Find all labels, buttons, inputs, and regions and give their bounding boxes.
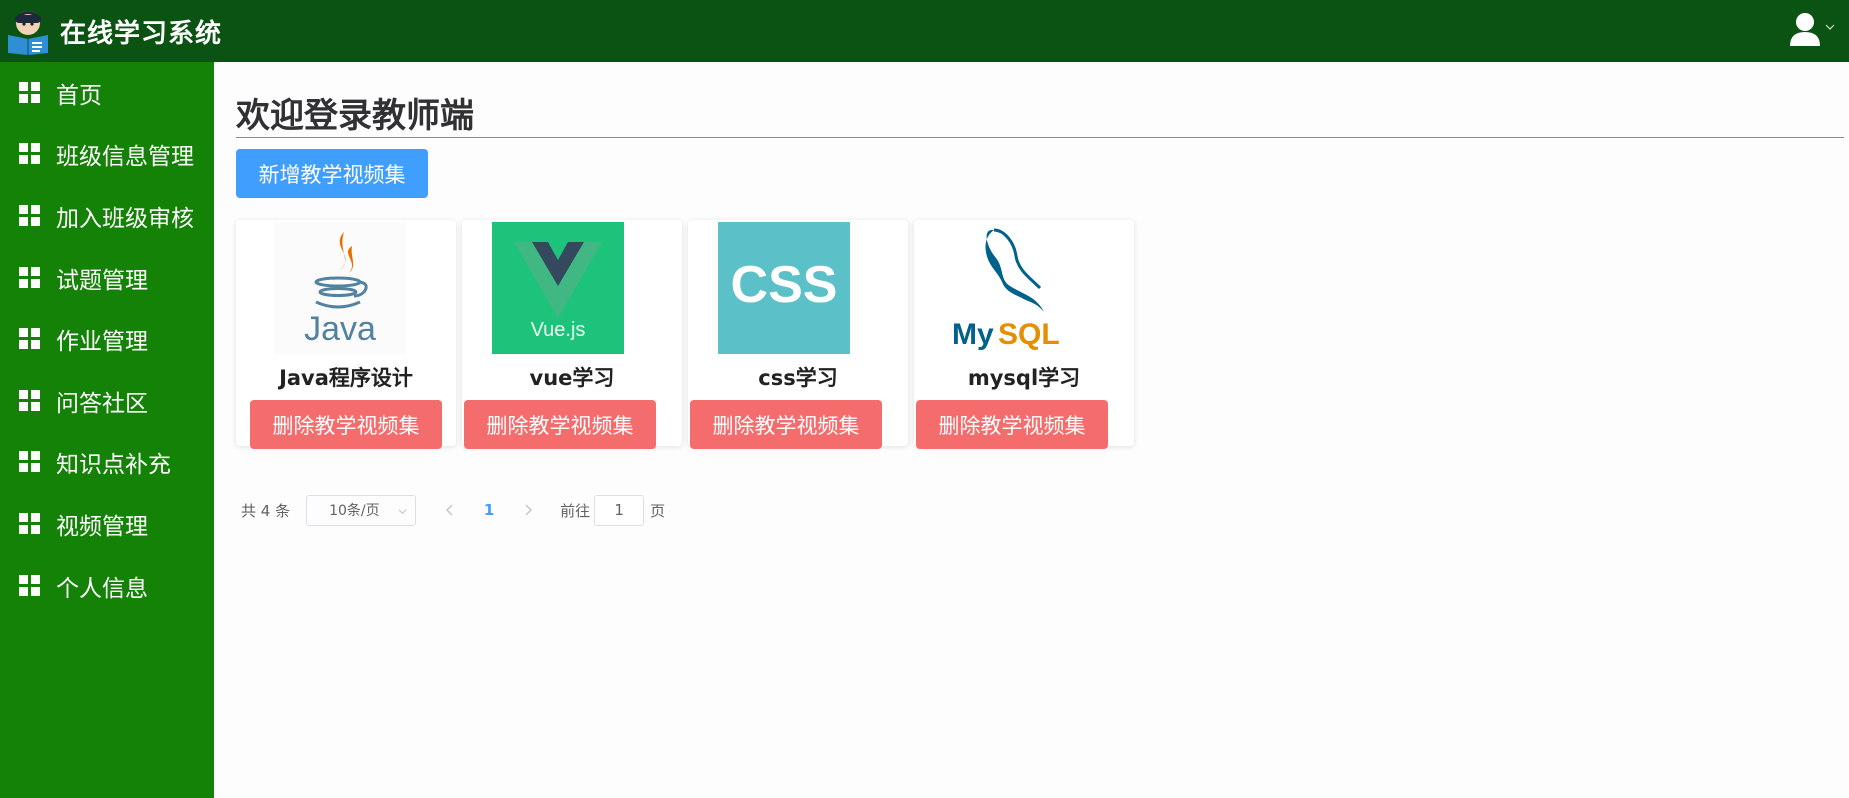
- chevron-down-icon: [398, 508, 407, 514]
- pagination: 共 4 条 10条/页 1 前往 页: [241, 494, 665, 526]
- student-reading-icon: [8, 11, 48, 55]
- delete-video-set-button[interactable]: 删除教学视频集: [250, 400, 442, 449]
- video-set-name: mysql学习: [967, 366, 1081, 390]
- sidebar-item-join-review[interactable]: 加入班级审核: [0, 185, 214, 247]
- main-content: 欢迎登录教师端 新增教学视频集 Java Java程序设计 删除教学视频集 Vu…: [214, 62, 1849, 798]
- top-header: 在线学习系统: [0, 0, 1849, 62]
- sidebar-item-qa-community[interactable]: 问答社区: [0, 370, 214, 432]
- sidebar-item-label: 视频管理: [56, 513, 148, 540]
- sidebar-item-label: 作业管理: [56, 329, 148, 356]
- java-logo: Java: [274, 222, 406, 354]
- grid-icon: [19, 204, 40, 226]
- svg-text:Java: Java: [304, 310, 376, 348]
- grid-icon: [19, 81, 40, 103]
- sidebar-item-video[interactable]: 视频管理: [0, 493, 214, 555]
- grid-icon: [19, 574, 40, 596]
- video-set-card[interactable]: Vue.js vue学习 删除教学视频集: [462, 220, 682, 449]
- svg-text:SQL: SQL: [998, 318, 1060, 351]
- delete-video-set-button[interactable]: 删除教学视频集: [464, 400, 656, 449]
- css-logo: CSS: [718, 222, 850, 354]
- sidebar-item-knowledge[interactable]: 知识点补充: [0, 432, 214, 494]
- sidebar-item-label: 个人信息: [56, 575, 148, 602]
- video-set-card[interactable]: Java Java程序设计 删除教学视频集: [236, 220, 456, 449]
- sidebar-item-label: 问答社区: [56, 390, 148, 417]
- svg-text:CSS: CSS: [731, 256, 838, 314]
- video-set-name: Java程序设计: [279, 366, 413, 390]
- add-video-set-button[interactable]: 新增教学视频集: [236, 149, 428, 198]
- sidebar-item-questions[interactable]: 试题管理: [0, 247, 214, 309]
- page-size-select[interactable]: 10条/页: [306, 494, 417, 526]
- next-page-button[interactable]: [510, 495, 546, 526]
- mysql-logo: My SQL: [944, 222, 1076, 354]
- jump-suffix: 页: [650, 501, 666, 520]
- jump-page-input[interactable]: [594, 494, 645, 526]
- app-title: 在线学习系统: [60, 18, 223, 49]
- video-set-list: Java Java程序设计 删除教学视频集 Vue.js vue学习 删除教学视…: [236, 220, 1140, 449]
- sidebar-nav: 首页 班级信息管理 加入班级审核 试题管理 作业管理 问答社区 知识点补充 视频…: [0, 62, 214, 798]
- page-number-current[interactable]: 1: [468, 501, 510, 519]
- chevron-left-icon: [446, 504, 453, 516]
- sidebar-item-label: 首页: [56, 82, 102, 109]
- user-menu[interactable]: [1789, 12, 1835, 46]
- grid-icon: [19, 328, 40, 350]
- grid-icon: [19, 389, 40, 411]
- page-title: 欢迎登录教师端: [236, 96, 474, 136]
- sidebar-item-label: 知识点补充: [56, 452, 171, 479]
- grid-icon: [19, 512, 40, 534]
- sidebar-item-home[interactable]: 首页: [0, 62, 214, 124]
- chevron-down-icon[interactable]: [1825, 22, 1835, 32]
- svg-text:Vue.js: Vue.js: [531, 319, 586, 341]
- sidebar-item-profile[interactable]: 个人信息: [0, 555, 214, 617]
- title-divider: [236, 137, 1844, 138]
- video-set-card[interactable]: My SQL mysql学习 删除教学视频集: [914, 220, 1134, 449]
- grid-icon: [19, 451, 40, 473]
- prev-page-button[interactable]: [432, 495, 468, 526]
- delete-video-set-button[interactable]: 删除教学视频集: [916, 400, 1108, 449]
- video-set-name: vue学习: [529, 366, 615, 390]
- video-set-name: css学习: [758, 366, 838, 390]
- sidebar-item-label: 班级信息管理: [56, 144, 194, 171]
- svg-text:My: My: [952, 318, 994, 351]
- sidebar-item-homework[interactable]: 作业管理: [0, 308, 214, 370]
- delete-video-set-button[interactable]: 删除教学视频集: [690, 400, 882, 449]
- chevron-right-icon: [525, 504, 533, 516]
- video-set-card[interactable]: CSS css学习 删除教学视频集: [688, 220, 908, 449]
- sidebar-item-label: 加入班级审核: [56, 205, 194, 232]
- sidebar-item-label: 试题管理: [56, 267, 148, 294]
- pagination-total: 共 4 条: [241, 501, 291, 520]
- grid-icon: [19, 266, 40, 288]
- sidebar-item-class-info[interactable]: 班级信息管理: [0, 124, 214, 186]
- vuejs-logo: Vue.js: [492, 222, 624, 354]
- page-size-value: 10条/页: [329, 503, 380, 519]
- jump-label: 前往: [560, 501, 591, 520]
- grid-icon: [19, 143, 40, 165]
- user-avatar-icon[interactable]: [1789, 12, 1821, 46]
